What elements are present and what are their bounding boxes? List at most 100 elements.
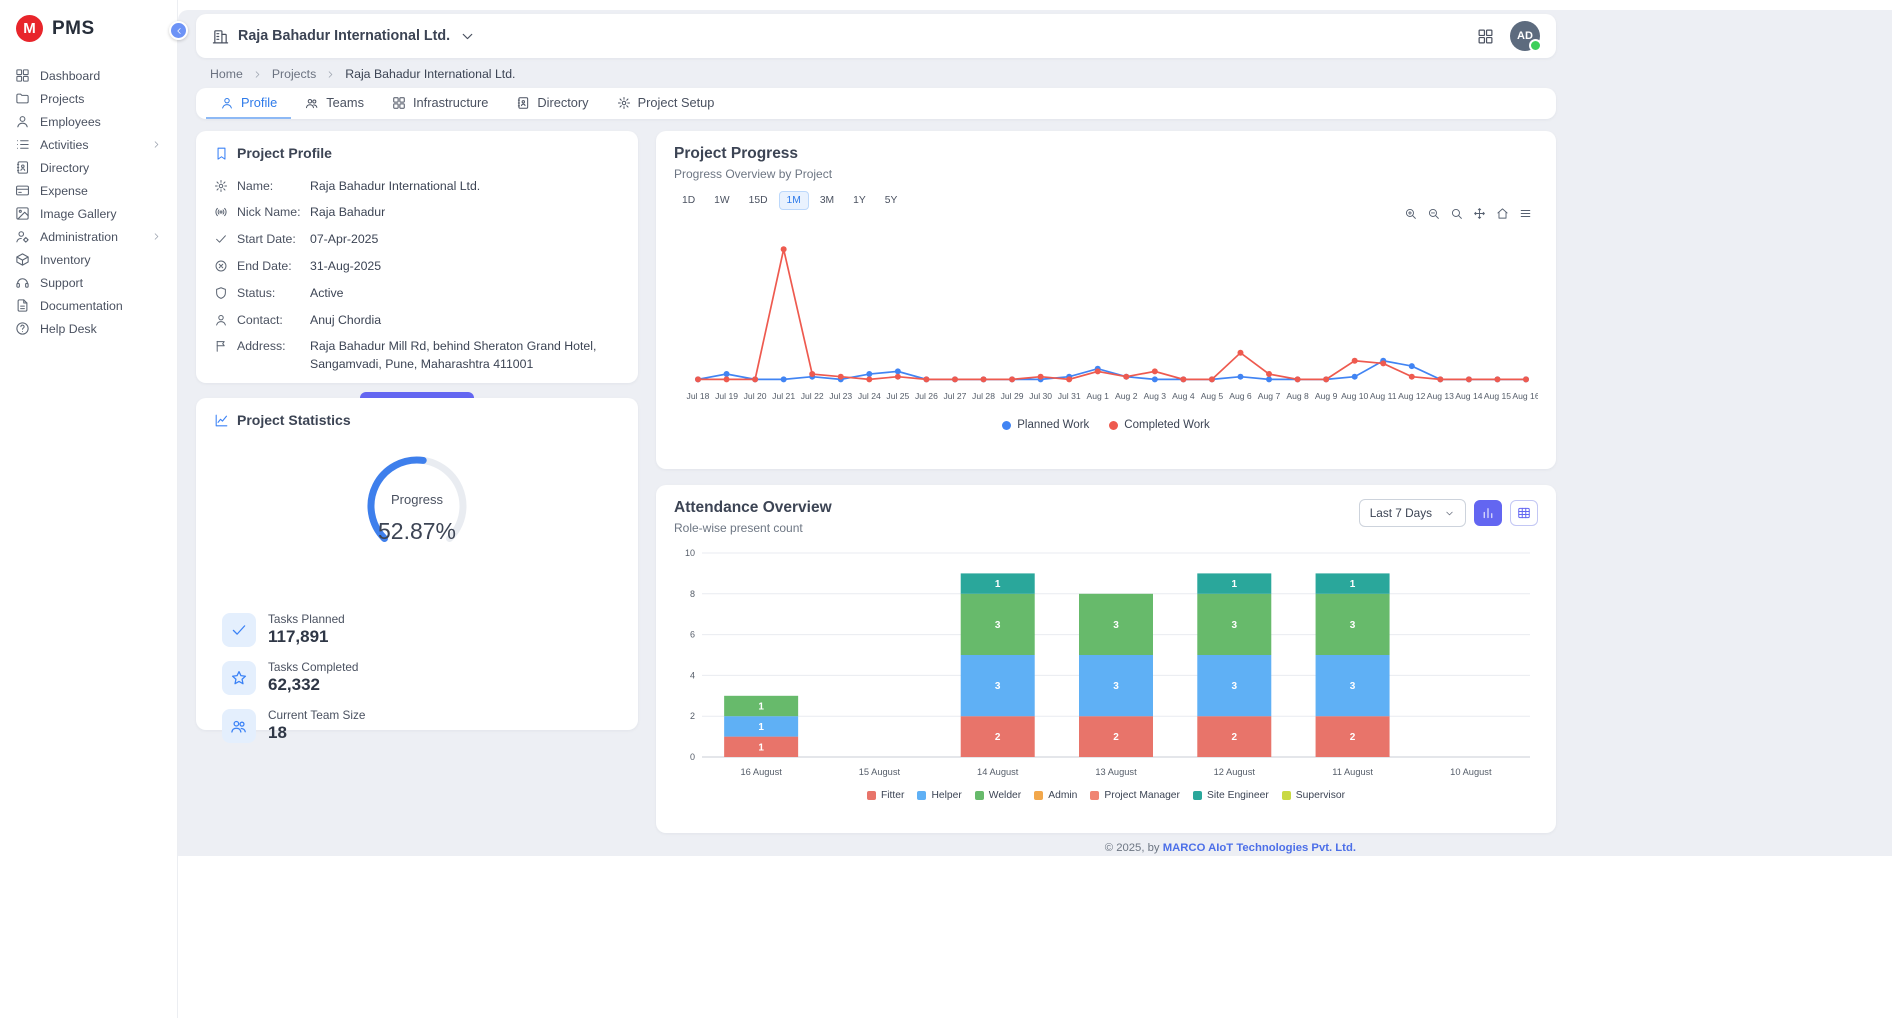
sidebar-collapse-button[interactable] [169,21,188,40]
stat-label: Tasks Completed [268,660,358,674]
legend-label: Project Manager [1104,790,1180,801]
breadcrumb-link-home[interactable]: Home [210,67,243,81]
svg-text:11 August: 11 August [1332,767,1373,777]
zoom-select-icon[interactable] [1450,207,1463,220]
top-header-bar: Raja Bahadur International Ltd. AD [196,14,1556,58]
tab-label: Directory [537,95,588,110]
company-selector[interactable]: Raja Bahadur International Ltd. [212,28,1469,45]
user-avatar[interactable]: AD [1510,21,1540,51]
tab-teams[interactable]: Teams [291,88,378,119]
range-button-5y[interactable]: 5Y [877,191,906,210]
sidebar-item-dashboard[interactable]: Dashboard [0,64,177,87]
days-filter-select[interactable]: Last 7 Days [1359,499,1466,527]
legend-completed-work[interactable]: Completed Work [1109,419,1209,431]
legend-welder[interactable]: Welder [975,790,1021,801]
sidebar-item-inventory[interactable]: Inventory [0,248,177,271]
range-button-15d[interactable]: 15D [741,191,776,210]
cardpay-icon [15,183,30,198]
footer: © 2025, by MARCO AIoT Technologies Pvt. … [196,833,1556,854]
stat-value: 18 [268,723,365,743]
statistics-list: Tasks Planned117,891Tasks Completed62,33… [214,612,620,743]
content-background: Raja Bahadur International Ltd. AD Home P… [178,10,1892,856]
legend-planned-work[interactable]: Planned Work [1002,419,1089,431]
legend-project-manager[interactable]: Project Manager [1090,790,1180,801]
sidebar-item-administration[interactable]: Administration [0,225,177,248]
tab-infrastructure[interactable]: Infrastructure [378,88,502,119]
sidebar-item-help-desk[interactable]: Help Desk [0,317,177,340]
sidebar-item-directory[interactable]: Directory [0,156,177,179]
left-column: Project Profile Name:Raja Bahadur Intern… [196,131,638,833]
svg-text:10 August: 10 August [1450,767,1492,777]
range-button-1d[interactable]: 1D [674,191,703,210]
field-value: 07-Apr-2025 [310,231,620,249]
stat-tasks-completed: Tasks Completed62,332 [222,660,620,695]
tab-project-setup[interactable]: Project Setup [603,88,729,119]
chevron-down-icon [459,28,476,45]
legend-site-engineer[interactable]: Site Engineer [1193,790,1269,801]
legend-fitter[interactable]: Fitter [867,790,904,801]
bar-chart-legend: Fitter Helper Welder Admin Project Manager Si… [674,790,1538,801]
apps-grid-icon[interactable] [1477,28,1494,45]
admin-icon [15,229,30,244]
app-logo[interactable]: M PMS [0,0,177,56]
pan-icon[interactable] [1473,207,1486,220]
legend-color-square [917,791,926,800]
range-button-1y[interactable]: 1Y [845,191,874,210]
flag-icon [214,338,228,353]
chart-view-button[interactable] [1474,500,1502,526]
breadcrumb: HomeProjectsRaja Bahadur International L… [196,58,1556,88]
range-button-1w[interactable]: 1W [706,191,737,210]
line-chart-svg: Jul 18Jul 19Jul 20Jul 21Jul 22Jul 23Jul … [674,216,1538,414]
zoom-in-icon[interactable] [1404,207,1417,220]
xcircle-icon [214,258,228,273]
legend-label: Admin [1048,790,1077,801]
zoom-out-icon[interactable] [1427,207,1440,220]
svg-text:Aug 15: Aug 15 [1484,391,1511,401]
sidebar-item-label: Projects [40,92,162,106]
svg-text:Jul 26: Jul 26 [915,391,938,401]
tab-label: Teams [326,95,364,110]
chart-menu-icon[interactable] [1519,207,1532,220]
table-view-button[interactable] [1510,500,1538,526]
sidebar-item-label: Directory [40,161,162,175]
tab-directory[interactable]: Directory [502,88,602,119]
logo-icon: M [16,15,43,42]
stat-value: 62,332 [268,675,358,695]
sidebar-item-employees[interactable]: Employees [0,110,177,133]
reset-home-icon[interactable] [1496,207,1509,220]
legend-supervisor[interactable]: Supervisor [1282,790,1345,801]
legend-helper[interactable]: Helper [917,790,961,801]
app-root: M PMS Dashboard Projects EmployeesActiviti… [0,0,1892,1018]
svg-text:15 August: 15 August [859,767,901,777]
svg-text:2: 2 [690,711,695,721]
svg-text:6: 6 [690,630,695,640]
tab-profile[interactable]: Profile [206,88,291,119]
svg-text:10: 10 [685,548,695,558]
legend-admin[interactable]: Admin [1034,790,1077,801]
star-icon [222,661,256,695]
gauge-label: Progress [355,492,479,507]
book-icon [516,96,530,110]
legend-color-square [1193,791,1202,800]
svg-text:Jul 29: Jul 29 [1001,391,1024,401]
breadcrumb-link-projects[interactable]: Projects [272,67,316,81]
svg-text:Aug 12: Aug 12 [1398,391,1425,401]
sidebar-item-documentation[interactable]: Documentation [0,294,177,317]
sidebar-nav: Dashboard Projects EmployeesActivities Dire… [0,56,177,340]
tabs-bar: Profile Teams Infrastructure Directory Proje… [196,88,1556,119]
sidebar-item-activities[interactable]: Activities [0,133,177,156]
svg-text:Aug 8: Aug 8 [1286,391,1309,401]
sidebar-item-expense[interactable]: Expense [0,179,177,202]
sidebar-item-support[interactable]: Support [0,271,177,294]
sidebar-item-projects[interactable]: Projects [0,87,177,110]
range-button-3m[interactable]: 3M [812,191,842,210]
svg-text:Aug 11: Aug 11 [1370,391,1397,401]
legend-color-square [1282,791,1291,800]
sidebar-item-image-gallery[interactable]: Image Gallery [0,202,177,225]
footer-company-link[interactable]: MARCO AIoT Technologies Pvt. Ltd. [1163,842,1356,854]
tab-label: Profile [241,95,277,110]
legend-label: Planned Work [1017,419,1089,431]
attendance-controls: Last 7 Days [1359,499,1538,527]
range-button-1m[interactable]: 1M [779,191,809,210]
tab-label: Infrastructure [413,95,488,110]
